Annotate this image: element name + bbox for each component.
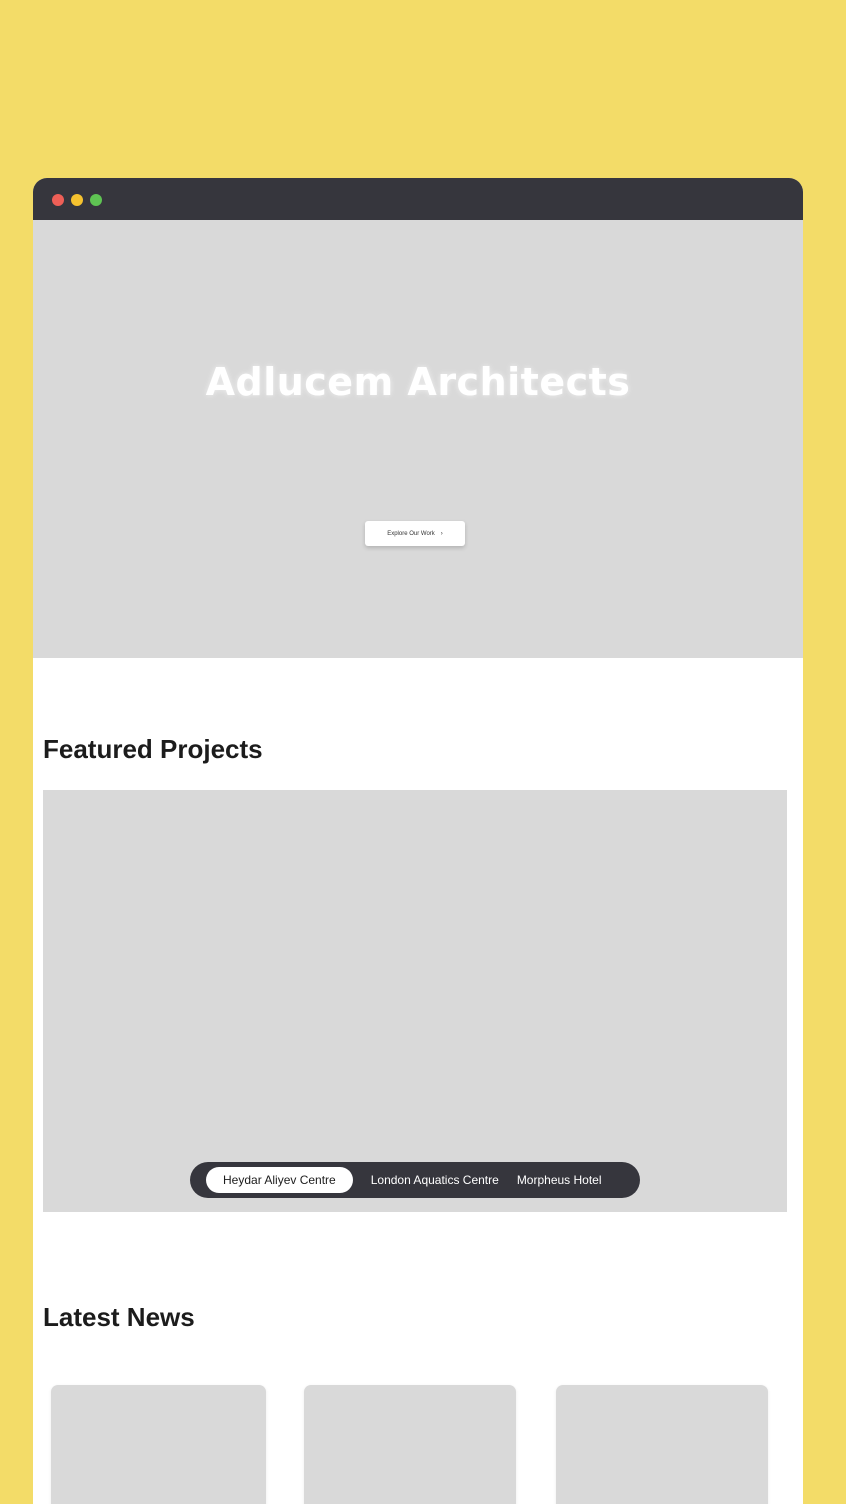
tab-heydar-aliyev-centre[interactable]: Heydar Aliyev Centre bbox=[206, 1167, 353, 1193]
latest-news-heading: Latest News bbox=[43, 1302, 195, 1332]
minimize-window-button[interactable] bbox=[71, 194, 83, 206]
hero-title: Adlucem Architects bbox=[205, 360, 631, 404]
featured-project-image: Heydar Aliyev Centre London Aquatics Cen… bbox=[43, 790, 787, 1212]
close-window-button[interactable] bbox=[52, 194, 64, 206]
tab-london-aquatics-centre[interactable]: London Aquatics Centre bbox=[362, 1167, 508, 1193]
explore-work-button-label: Explore Our Work bbox=[387, 530, 435, 537]
maximize-window-button[interactable] bbox=[90, 194, 102, 206]
browser-window: Adlucem Architects Explore Our Work › Fea… bbox=[33, 178, 803, 1504]
news-card[interactable] bbox=[556, 1385, 768, 1504]
hero-section: Adlucem Architects Explore Our Work › bbox=[33, 220, 803, 658]
news-card[interactable] bbox=[51, 1385, 266, 1504]
featured-projects-heading: Featured Projects bbox=[43, 734, 263, 764]
browser-titlebar bbox=[33, 178, 803, 220]
explore-work-button[interactable]: Explore Our Work › bbox=[365, 521, 465, 546]
project-tabs: Heydar Aliyev Centre London Aquatics Cen… bbox=[190, 1162, 640, 1198]
arrow-right-icon: › bbox=[440, 530, 443, 537]
news-card[interactable] bbox=[304, 1385, 516, 1504]
tab-morpheus-hotel[interactable]: Morpheus Hotel bbox=[508, 1167, 611, 1193]
